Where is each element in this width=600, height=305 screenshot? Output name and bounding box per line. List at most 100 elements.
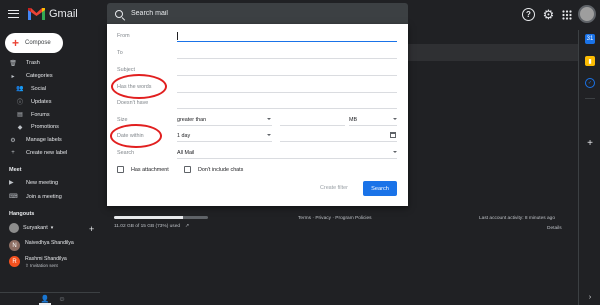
- subject-field[interactable]: [177, 75, 397, 76]
- hangouts-section-title: Hangouts: [9, 211, 35, 217]
- forum-icon: ▤: [17, 112, 23, 119]
- sidebar-item-label: Trash: [26, 60, 40, 67]
- footer-links[interactable]: Terms · Privacy · Program Policies: [298, 216, 372, 221]
- has-words-field[interactable]: [177, 92, 397, 93]
- hangouts-user-avatar: [9, 223, 19, 233]
- join-meeting-link[interactable]: ⌨ Join a meeting: [9, 193, 62, 201]
- size-operator-select[interactable]: greater than: [177, 117, 206, 123]
- has-attachment-checkbox[interactable]: Has attachment: [117, 166, 169, 173]
- sidebar-item-updates[interactable]: ⓘ Updates: [0, 95, 100, 108]
- tag-icon: ◆: [17, 124, 23, 131]
- sidebar-item-categories[interactable]: ▸ Categories: [0, 70, 100, 83]
- sidebar-item-trash[interactable]: 🗑 Trash: [0, 57, 100, 70]
- storage-label: 11.02 GB of 15 GB (73%) used: [114, 223, 181, 229]
- sidebar-item-label: Create new label: [26, 149, 68, 156]
- advanced-search-panel: From To Subject Has the words Doesn't ha…: [107, 24, 408, 206]
- create-filter-link[interactable]: Create filter: [320, 185, 348, 191]
- text-cursor: [177, 32, 178, 40]
- sidebar-item-social[interactable]: 👥 Social: [0, 83, 100, 96]
- rail-divider: [585, 98, 595, 99]
- account-avatar[interactable]: [578, 5, 596, 23]
- to-label: To: [117, 50, 123, 56]
- search-button[interactable]: Search: [363, 181, 397, 196]
- apps-grid-icon[interactable]: [560, 8, 573, 21]
- settings-gear-icon[interactable]: ⚙: [542, 7, 555, 22]
- calendar-picker-icon[interactable]: [390, 132, 396, 138]
- hangouts-contact[interactable]: N Naivedhya Shandilya: [9, 240, 74, 251]
- date-within-select[interactable]: 1 day: [177, 133, 190, 139]
- date-within-underline: [177, 141, 272, 142]
- details-link[interactable]: Details: [547, 226, 562, 231]
- exclude-chats-label: Don't include chats: [198, 166, 244, 173]
- date-field[interactable]: [280, 141, 397, 142]
- has-attachment-label: Has attachment: [131, 166, 169, 173]
- new-meeting-label: New meeting: [26, 179, 59, 186]
- sidebar-item-label: Manage labels: [26, 137, 62, 144]
- compose-button[interactable]: + Compose: [5, 33, 63, 53]
- annotation-circle-has-words: [111, 74, 167, 99]
- from-field[interactable]: [177, 41, 397, 42]
- add-contact-icon[interactable]: +: [89, 224, 94, 234]
- chat-bubble-icon[interactable]: ☺: [56, 294, 68, 305]
- sidebar-item-label: Categories: [26, 73, 53, 80]
- search-scope-select[interactable]: All Mail: [177, 150, 194, 156]
- side-panel-rail: 31 ▮ ✓ + ›: [578, 30, 600, 305]
- sidebar-item-promotions[interactable]: ◆ Promotions: [0, 121, 100, 134]
- doesnt-have-label: Doesn't have: [117, 100, 149, 106]
- size-unit-select[interactable]: MB: [349, 117, 357, 123]
- chevron-down-icon: [393, 151, 397, 153]
- chevron-down-icon: [393, 118, 397, 120]
- hangouts-user-selector[interactable]: Suryakant ▾: [9, 223, 53, 233]
- search-input[interactable]: [131, 10, 391, 17]
- main-menu-icon[interactable]: [8, 10, 19, 18]
- add-addon-icon[interactable]: +: [585, 138, 595, 149]
- join-meeting-label: Join a meeting: [26, 193, 62, 200]
- label-icon: ▸: [11, 73, 15, 80]
- to-row: To: [117, 49, 397, 59]
- email-list-strip: [408, 44, 578, 61]
- exclude-chats-checkbox[interactable]: Don't include chats: [184, 166, 243, 173]
- gmail-logo-icon[interactable]: [28, 7, 45, 20]
- gear-icon: ⚙: [10, 137, 16, 144]
- chevron-down-icon: [267, 118, 271, 120]
- brand-name[interactable]: Gmail: [49, 8, 78, 20]
- sidebar-item-label: Forums: [31, 111, 50, 118]
- sidebar-nav: 🗑 Trash ▸ Categories 👥 Social ⓘ Updates …: [0, 57, 100, 159]
- video-camera-icon: ▶: [9, 180, 14, 186]
- sidebar-item-forums[interactable]: ▤ Forums: [0, 108, 100, 121]
- tasks-icon[interactable]: ✓: [585, 78, 595, 88]
- doesnt-have-field[interactable]: [177, 108, 397, 109]
- storage-usage: 11.02 GB of 15 GB (73%) used ↗: [114, 216, 208, 229]
- compose-label: Compose: [25, 40, 51, 46]
- chevron-right-icon[interactable]: ›: [585, 292, 595, 302]
- sidebar-item-manage-labels[interactable]: ⚙ Manage labels: [0, 134, 100, 147]
- size-operator-underline: [177, 125, 272, 126]
- to-field[interactable]: [177, 58, 397, 59]
- annotation-circle-date-within: [110, 124, 162, 148]
- sidebar-item-create-label[interactable]: + Create new label: [0, 147, 100, 160]
- size-value-field[interactable]: [280, 125, 345, 126]
- sidebar-bottom-tabs: 👤 ☺: [0, 292, 100, 305]
- search-icon[interactable]: [115, 9, 123, 18]
- from-label: From: [117, 33, 130, 39]
- external-link-icon[interactable]: ↗: [185, 223, 189, 229]
- sidebar-item-label: Updates: [31, 98, 52, 105]
- keep-icon[interactable]: ▮: [585, 56, 595, 66]
- search-bar: [107, 3, 408, 24]
- checkbox-icon: [184, 166, 191, 173]
- size-unit-underline: [349, 125, 397, 126]
- calendar-icon[interactable]: 31: [585, 34, 595, 44]
- person-icon[interactable]: 👤: [39, 294, 51, 305]
- help-icon[interactable]: ?: [522, 8, 535, 21]
- new-meeting-link[interactable]: ▶ New meeting: [9, 179, 59, 187]
- hangouts-user-name: Suryakant: [23, 225, 48, 231]
- storage-text: 11.02 GB of 15 GB (73%) used ↗: [114, 223, 208, 229]
- contact-name: Rashmi Shandilya: [25, 256, 67, 262]
- search-scope-row: Search All Mail: [117, 149, 397, 159]
- storage-bar-fill: [114, 216, 183, 219]
- chevron-down-icon: [267, 134, 271, 136]
- account-activity: Last account activity: 8 minutes ago Det…: [479, 216, 562, 231]
- contact-avatar: R: [9, 256, 20, 267]
- hangouts-contact[interactable]: R Rashmi Shandilya ⇧ Invitation sent: [9, 256, 67, 269]
- contact-status: ⇧ Invitation sent: [25, 263, 58, 268]
